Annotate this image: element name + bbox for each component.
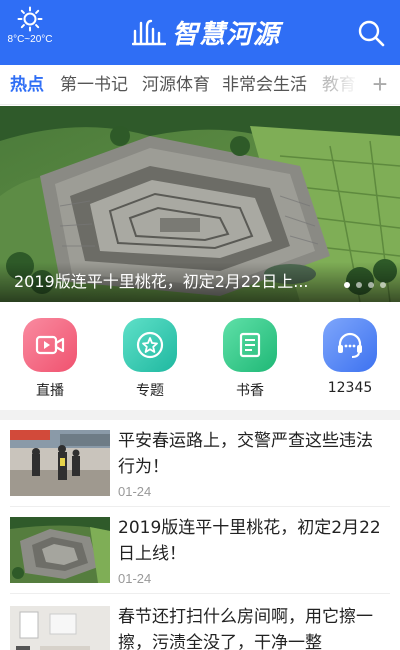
carousel-dot[interactable] bbox=[368, 282, 374, 288]
app-logo: 智慧河源 bbox=[132, 14, 280, 50]
news-item[interactable]: 平安春运路上，交警严查这些违法行为！ 01-24 bbox=[0, 420, 400, 506]
shortcut-topics-label: 专题 bbox=[136, 383, 164, 399]
tab-first-secretary[interactable]: 第一书记 bbox=[60, 65, 128, 104]
shortcut-hotline[interactable]: 12345 bbox=[310, 318, 390, 396]
logo-bars-icon bbox=[132, 19, 166, 46]
book-icon bbox=[239, 332, 261, 358]
shortcut-books-label: 书香 bbox=[236, 383, 264, 399]
hotline-icon-tile bbox=[323, 318, 377, 372]
shortcut-live[interactable]: 直播 bbox=[10, 318, 90, 400]
add-tab-button[interactable]: + bbox=[360, 65, 400, 104]
star-icon bbox=[136, 331, 164, 359]
news-list: 平安春运路上，交警严查这些违法行为！ 01-24 2019版连平十里桃花，初定2… bbox=[0, 420, 400, 650]
app-header: 8°C~20°C 智慧河源 bbox=[0, 0, 400, 65]
news-thumbnail bbox=[10, 517, 110, 583]
shortcut-live-label: 直播 bbox=[36, 383, 64, 399]
video-icon bbox=[35, 335, 65, 355]
weather-widget[interactable]: 8°C~20°C bbox=[4, 6, 56, 46]
shortcut-hotline-label: 12345 bbox=[327, 380, 373, 396]
banner-title: 2019版连平十里桃花，初定2月22日上... bbox=[14, 272, 309, 291]
news-title: 2019版连平十里桃花，初定2月22日上线！ bbox=[118, 518, 381, 564]
carousel-dot[interactable] bbox=[380, 282, 386, 288]
live-icon-tile bbox=[23, 318, 77, 372]
carousel-dot[interactable] bbox=[344, 282, 350, 288]
shortcut-topics[interactable]: 专题 bbox=[110, 318, 190, 400]
shortcut-books[interactable]: 书香 bbox=[210, 318, 290, 400]
category-tabs: 热点 第一书记 河源体育 非常会生活 教育 + bbox=[0, 65, 400, 105]
news-item[interactable]: 春节还打扫什么房间啊，用它擦一擦，污渍全没了，干净一整 bbox=[0, 596, 400, 650]
news-thumbnail bbox=[10, 606, 110, 650]
tabs-fade-overlay bbox=[330, 65, 360, 104]
tab-great-living[interactable]: 非常会生活 bbox=[222, 65, 307, 104]
news-date: 01-24 bbox=[118, 484, 152, 499]
news-thumbnail bbox=[10, 430, 110, 496]
shortcut-grid: 直播 专题 书香 12345 bbox=[0, 302, 400, 410]
banner-carousel[interactable]: 2019版连平十里桃花，初定2月22日上... bbox=[0, 106, 400, 302]
weather-temperature: 8°C~20°C bbox=[7, 34, 53, 45]
news-date: 01-24 bbox=[118, 571, 152, 586]
search-icon bbox=[358, 20, 385, 47]
room-photo bbox=[10, 606, 110, 650]
village-photo bbox=[10, 517, 110, 583]
topics-icon-tile bbox=[123, 318, 177, 372]
tab-heyuan-sports[interactable]: 河源体育 bbox=[142, 65, 210, 104]
carousel-dot[interactable] bbox=[356, 282, 362, 288]
news-title: 春节还打扫什么房间啊，用它擦一擦，污渍全没了，干净一整 bbox=[118, 607, 373, 650]
tab-hot[interactable]: 热点 bbox=[10, 65, 44, 104]
news-item[interactable]: 2019版连平十里桃花，初定2月22日上线！ 01-24 bbox=[0, 507, 400, 593]
sun-icon bbox=[17, 6, 43, 32]
news-separator bbox=[10, 593, 390, 594]
news-title: 平安春运路上，交警严查这些违法行为！ bbox=[118, 431, 373, 477]
headset-icon bbox=[338, 332, 362, 358]
section-divider bbox=[0, 410, 400, 420]
police-photo bbox=[10, 430, 110, 496]
books-icon-tile bbox=[223, 318, 277, 372]
logo-text: 智慧河源 bbox=[172, 19, 281, 50]
carousel-dots bbox=[344, 282, 386, 288]
search-button[interactable] bbox=[356, 18, 386, 48]
